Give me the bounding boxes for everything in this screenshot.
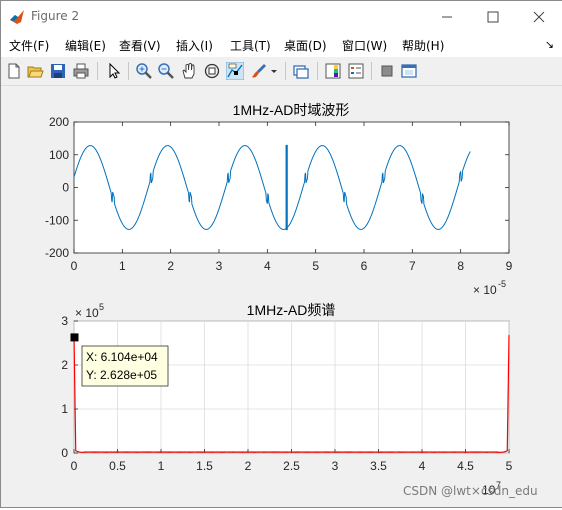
menu-insert[interactable]: 插入(I) [176,37,213,54]
menu-bar: 文件(F) 编辑(E) 查看(V) 插入(I) 工具(T) 桌面(D) 窗口(W… [1,33,562,57]
time-domain-title: 1MHz-AD时域波形 [233,102,350,118]
time-domain-axes[interactable]: 1MHz-AD时域波形 200 100 0 -100 -200 0 1 2 3 4 5 6 7 8 9 ×… [45,102,513,297]
data-tip-x: X: 6.104e+04 [86,350,158,364]
close-icon [533,11,545,23]
rotate-3d-icon[interactable] [203,62,221,80]
time-domain-xtick-label: 2 [167,259,174,273]
time-domain-plot-area [73,121,510,254]
spectrum-xtick-label: 1.5 [196,459,213,473]
watermark: CSDN @lwt×csdn_edu [403,484,538,498]
zoom-out-icon[interactable] [157,62,175,80]
toolbar-separator [128,62,129,80]
time-domain-xtick-label: 9 [506,259,513,273]
matlab-logo-icon [10,10,24,24]
title-bar[interactable]: Figure 2 [1,1,562,33]
hide-plot-tools-icon[interactable] [378,62,396,80]
time-domain-ytick-label: -200 [45,246,69,260]
spectrum-ytick-label: 2 [61,358,68,372]
menu-edit[interactable]: 编辑(E) [65,37,106,54]
time-domain-x-multiplier-exponent: -5 [498,279,506,289]
pan-icon[interactable] [180,62,198,80]
minimize-icon [442,16,452,18]
close-button[interactable] [516,1,562,33]
maximize-icon [487,11,499,23]
time-domain-xtick-label: 1 [119,259,126,273]
toolbar-separator [285,62,286,80]
brush-dropdown-icon[interactable] [269,62,279,80]
spectrum-xtick-label: 2 [245,459,252,473]
menu-window[interactable]: 窗口(W) [342,37,387,54]
time-domain-xtick-label: 4 [264,259,271,273]
spectrum-ytick-label: 0 [61,446,68,460]
toolbar-separator [317,62,318,80]
time-domain-x-multiplier: × 10 -5 [473,279,506,297]
minimize-button[interactable] [424,1,470,33]
print-icon[interactable] [72,62,90,80]
data-cursor-icon[interactable] [226,62,244,80]
pointer-icon[interactable] [105,62,123,80]
spectrum-y-multiplier-base: × 10 [75,306,99,320]
spectrum-ytick-label: 1 [61,402,68,416]
spectrum-xtick-label: 4.5 [457,459,474,473]
time-domain-xtick-label: 8 [457,259,464,273]
link-plot-icon[interactable] [292,62,310,80]
spectrum-xtick-label: 3 [332,459,339,473]
time-domain-xtick-label: 6 [361,259,368,273]
spectrum-xtick-label: 5 [506,459,513,473]
data-tip-y: Y: 2.628e+05 [86,368,157,382]
maximize-button[interactable] [470,1,516,33]
time-domain-ytick-label: -100 [45,213,69,227]
spectrum-xtick-label: 3.5 [370,459,387,473]
spectrum-ytick-label: 3 [61,314,68,328]
time-domain-ytick-label: 200 [49,115,69,129]
time-domain-xtick-label: 5 [312,259,319,273]
time-domain-xtick-label: 7 [409,259,416,273]
time-domain-xtick-label: 0 [71,259,78,273]
brush-icon[interactable] [250,62,268,80]
toolbar-separator [371,62,372,80]
figure-window: Figure 2 文件(F) 编辑(E) 查看(V) 插入(I) 工具(T) 桌… [0,0,562,508]
insert-colorbar-icon[interactable] [324,62,342,80]
time-domain-xtick-label: 3 [216,259,223,273]
menu-desktop[interactable]: 桌面(D) [284,37,327,54]
spectrum-xtick-label: 2.5 [283,459,300,473]
spectrum-title: 1MHz-AD频谱 [247,302,336,318]
spectrum-xtick-label: 0 [71,459,78,473]
open-file-icon[interactable] [26,62,44,80]
insert-legend-icon[interactable] [347,62,365,80]
spectrum-y-multiplier: × 10 5 [75,302,104,320]
dock-arrow-icon[interactable]: ↘ [545,38,554,51]
spectrum-axes[interactable]: 1MHz-AD频谱 × 10 5 3 2 1 0 0 0.5 1 1.5 2 2.5 3 3.5 4 4… [61,302,512,497]
toolbar [1,57,562,86]
figure-canvas: 1MHz-AD时域波形 200 100 0 -100 -200 0123456789 ×… [1,86,562,507]
show-plot-tools-icon[interactable] [400,62,418,80]
spectrum-y-multiplier-exponent: 5 [99,302,104,312]
time-domain-ytick-label: 0 [62,181,69,195]
menu-tools[interactable]: 工具(T) [230,37,271,54]
toolbar-separator [97,62,98,80]
time-domain-ytick-label: 100 [49,148,69,162]
zoom-in-icon[interactable] [135,62,153,80]
spectrum-xtick-label: 0.5 [109,459,126,473]
save-icon[interactable] [49,62,67,80]
menu-view[interactable]: 查看(V) [119,37,161,54]
menu-file[interactable]: 文件(F) [9,37,49,54]
menu-help[interactable]: 帮助(H) [402,37,444,54]
new-figure-icon[interactable] [5,62,23,80]
time-domain-x-multiplier-base: × 10 [473,283,497,297]
plots-svg: 1MHz-AD时域波形 2001000-100-200 0123456789 ×… [45,102,513,497]
data-tip-marker[interactable] [70,333,79,342]
spectrum-xtick-label: 4 [419,459,426,473]
window-title: Figure 2 [31,9,80,23]
spectrum-xtick-label: 1 [158,459,165,473]
